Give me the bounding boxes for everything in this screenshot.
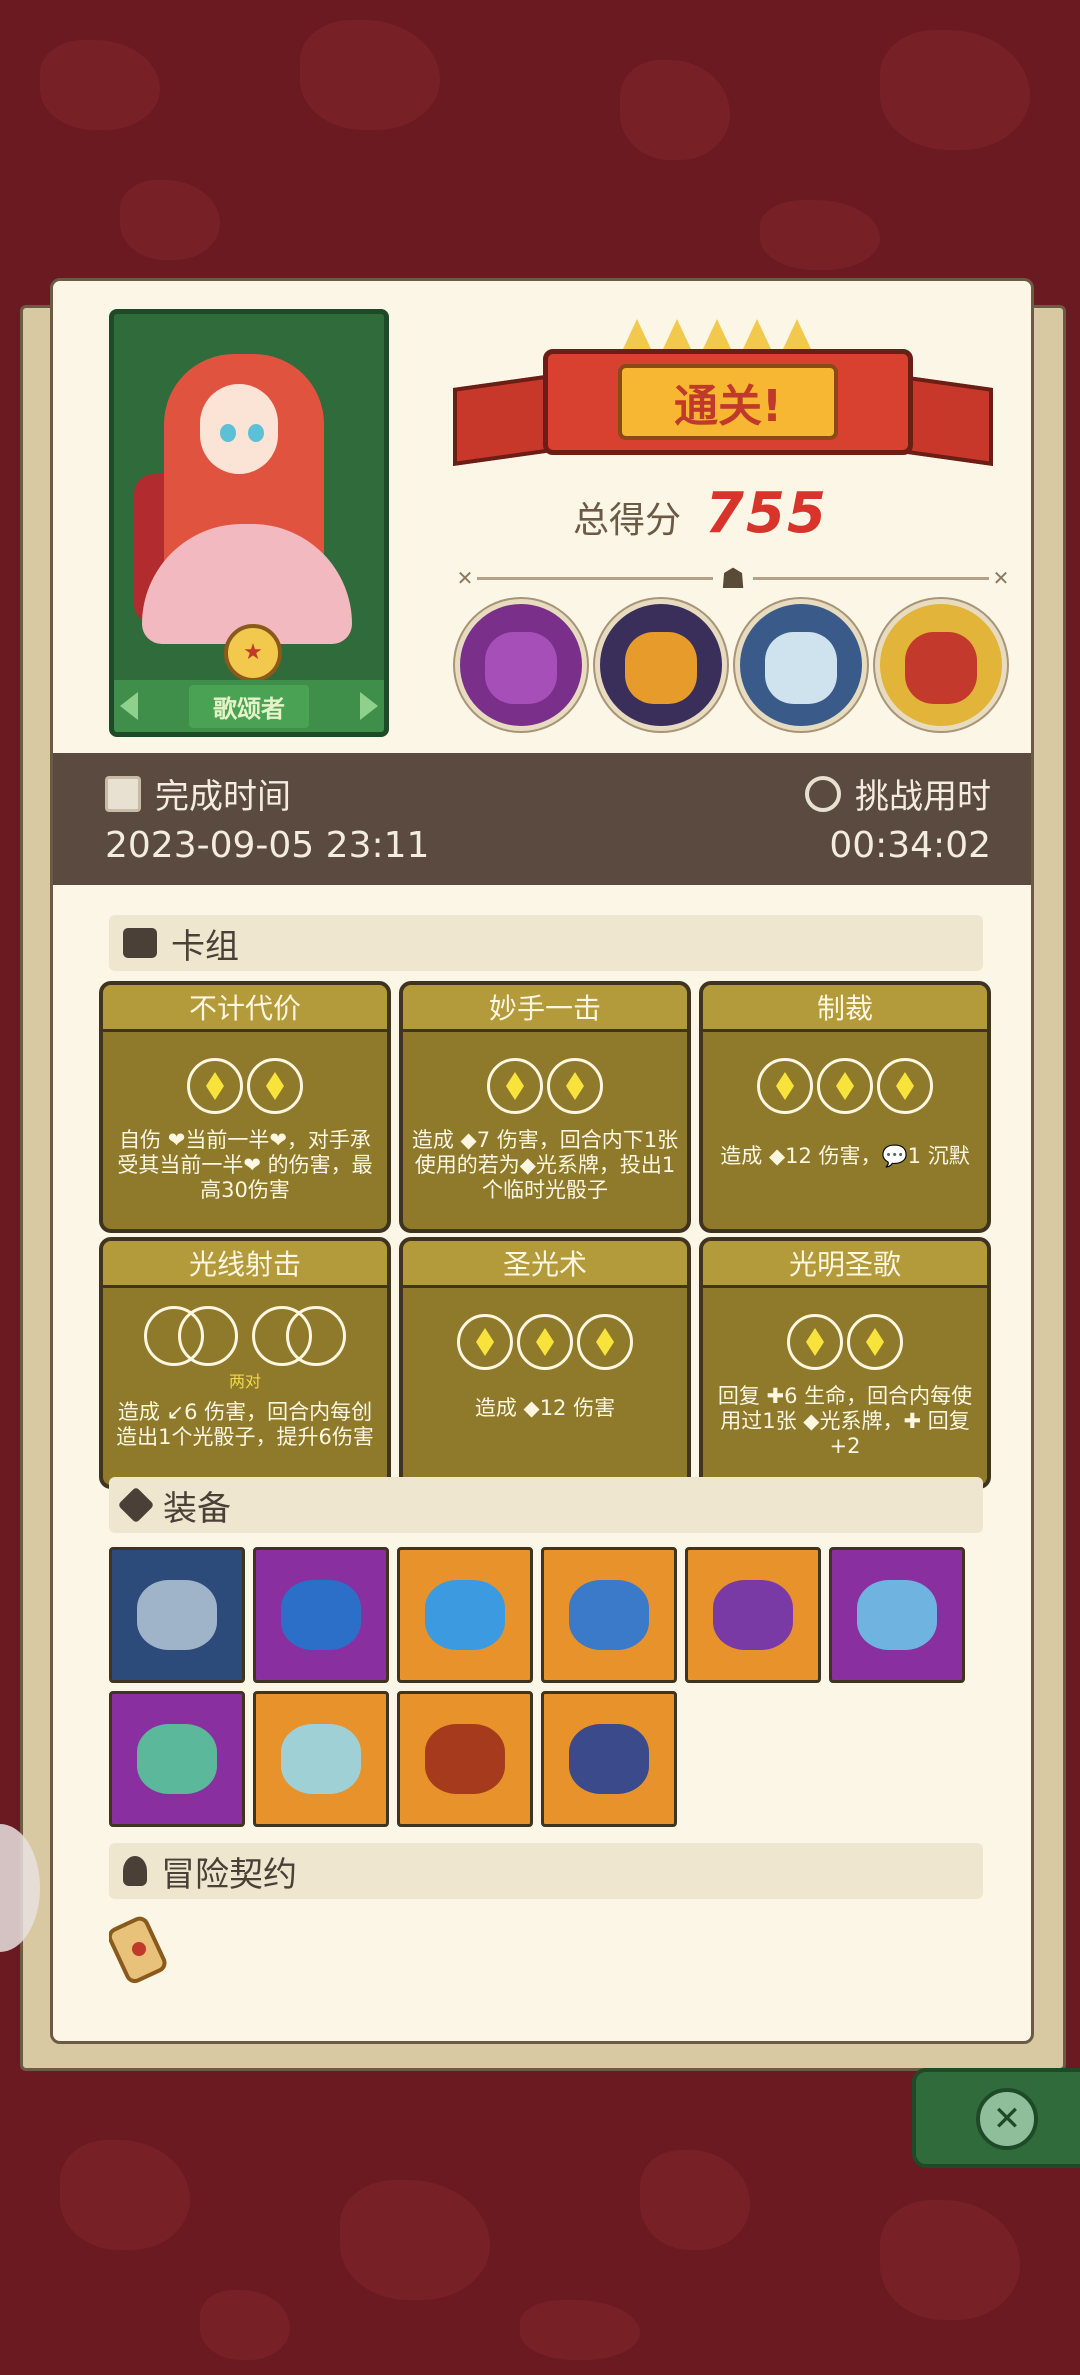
light-dice-icon <box>896 1072 914 1100</box>
close-tab[interactable]: ✕ <box>912 2068 1080 2168</box>
defeated-bosses <box>455 599 1007 731</box>
skill-name: 妙手一击 <box>403 985 687 1032</box>
sword-icon: ✕ <box>992 566 1010 590</box>
skill-card[interactable]: 不计代价 自伤 ❤当前一半❤，对手承受其当前一半❤ 的伤害，最高30伤害 <box>99 981 391 1233</box>
hero-art: ★ <box>124 324 374 682</box>
sword-icon: ✕ <box>456 566 474 590</box>
medal-icon: ★ <box>224 624 282 682</box>
score-row: 总得分 755 <box>573 481 828 546</box>
empty-dice-icon <box>178 1306 238 1366</box>
close-icon[interactable]: ✕ <box>976 2088 1038 2150</box>
hero-portrait[interactable]: ★ 歌颂者 <box>109 309 389 737</box>
skill-desc: 造成 ◆12 伤害 <box>474 1396 616 1420</box>
banner-spikes <box>623 319 823 349</box>
score-value: 755 <box>705 481 828 546</box>
skill-name: 光线射击 <box>103 1241 387 1288</box>
skill-cost <box>103 1306 387 1366</box>
skill-cost <box>103 1058 387 1114</box>
challenge-time-value: 00:34:02 <box>829 825 991 866</box>
empty-dice-icon <box>286 1306 346 1366</box>
result-card: ★ 歌颂者 通关! 总得分 755 ✕ ☗ ✕ 完成时间 挑战用时 2023-0… <box>50 278 1034 2044</box>
finish-time-value: 2023-09-05 23:11 <box>105 825 430 866</box>
skill-desc: 回复 ✚6 生命，回合内每使用过1张 ◆光系牌，✚ 回复+2 <box>717 1384 973 1458</box>
equipment-header: 装备 <box>109 1477 983 1533</box>
equip-blue-flame[interactable] <box>253 1547 389 1683</box>
equip-crystal-ring[interactable] <box>829 1547 965 1683</box>
prev-arrow-icon[interactable] <box>120 692 138 720</box>
skill-cost <box>703 1058 987 1114</box>
stopwatch-icon <box>805 775 841 812</box>
boss-avatar-red-samurai[interactable] <box>875 599 1007 731</box>
challenge-time-label: 挑战用时 <box>855 777 991 817</box>
skill-desc: 造成 ◆7 伤害，回合内下1张使用的若为◆光系牌，投出1个临时光骰子 <box>411 1128 679 1202</box>
skill-card[interactable]: 妙手一击 造成 ◆7 伤害，回合内下1张使用的若为◆光系牌，投出1个临时光骰子 <box>399 981 691 1233</box>
dice-requirement: 两对 <box>228 1372 261 1391</box>
light-dice-icon <box>806 1328 824 1356</box>
equip-spiked-gem[interactable] <box>541 1547 677 1683</box>
deck-title: 卡组 <box>171 926 239 967</box>
person-icon <box>123 1856 147 1886</box>
skill-cost <box>403 1058 687 1114</box>
light-dice-icon <box>206 1072 224 1100</box>
skill-desc: 自伤 ❤当前一半❤，对手承受其当前一半❤ 的伤害，最高30伤害 <box>117 1128 373 1202</box>
clear-banner: 通关! <box>453 319 993 469</box>
skill-cost <box>403 1314 687 1370</box>
cube-icon <box>117 1486 155 1524</box>
skill-card[interactable]: 光线射击 两对 造成 ↙6 伤害，回合内每创造出1个光骰子，提升6伤害 <box>99 1237 391 1489</box>
skill-name: 光明圣歌 <box>703 1241 987 1288</box>
equip-scythe-blade[interactable] <box>109 1547 245 1683</box>
skill-desc: 造成 ↙6 伤害，回合内每创造出1个光骰子，提升6伤害 <box>116 1400 374 1449</box>
equip-purple-hood[interactable] <box>685 1547 821 1683</box>
equip-leather-helm[interactable] <box>397 1691 533 1827</box>
equip-jade-shield[interactable] <box>109 1691 245 1827</box>
boss-avatar-purple-monster[interactable] <box>455 599 587 731</box>
skill-cost <box>703 1314 987 1370</box>
skill-name: 不计代价 <box>103 985 387 1032</box>
light-dice-icon <box>836 1072 854 1100</box>
equip-stone-urn[interactable] <box>253 1691 389 1827</box>
light-dice-icon <box>566 1072 584 1100</box>
skull-icon: ☗ <box>720 561 746 595</box>
contract-header: 冒险契约 <box>109 1843 983 1899</box>
calendar-icon <box>105 775 141 812</box>
equip-water-orb[interactable] <box>397 1547 533 1683</box>
deck-header: 卡组 <box>109 915 983 971</box>
boss-avatar-golden-warrior[interactable] <box>595 599 727 731</box>
clear-title: 通关! <box>673 381 783 432</box>
light-dice-icon <box>536 1328 554 1356</box>
skill-card[interactable]: 圣光术 造成 ◆12 伤害 <box>399 1237 691 1489</box>
light-dice-icon <box>506 1072 524 1100</box>
skill-card[interactable]: 制裁 造成 ◆12 伤害，💬1 沉默 <box>699 981 991 1233</box>
light-dice-icon <box>596 1328 614 1356</box>
next-arrow-icon[interactable] <box>360 692 378 720</box>
skill-name: 圣光术 <box>403 1241 687 1288</box>
score-label: 总得分 <box>573 500 682 541</box>
contract-title: 冒险契约 <box>161 1854 297 1895</box>
boss-avatar-snow-beast[interactable] <box>735 599 867 731</box>
role-name: 歌颂者 <box>189 684 309 728</box>
skill-name: 制裁 <box>703 985 987 1032</box>
role-bar: 歌颂者 <box>114 680 384 732</box>
finish-time-label: 完成时间 <box>155 777 291 817</box>
contract-scroll-icon[interactable] <box>109 1911 169 1987</box>
light-dice-icon <box>266 1072 284 1100</box>
equipment-title: 装备 <box>163 1488 231 1529</box>
skill-desc: 造成 ◆12 伤害，💬1 沉默 <box>720 1144 970 1168</box>
equip-plague-mask[interactable] <box>541 1691 677 1827</box>
divider: ✕ ☗ ✕ <box>453 561 1013 595</box>
light-dice-icon <box>476 1328 494 1356</box>
time-band: 完成时间 挑战用时 2023-09-05 23:11 00:34:02 <box>53 753 1031 885</box>
light-dice-icon <box>776 1072 794 1100</box>
cards-icon <box>123 928 157 958</box>
skill-card[interactable]: 光明圣歌 回复 ✚6 生命，回合内每使用过1张 ◆光系牌，✚ 回复+2 <box>699 1237 991 1489</box>
light-dice-icon <box>866 1328 884 1356</box>
